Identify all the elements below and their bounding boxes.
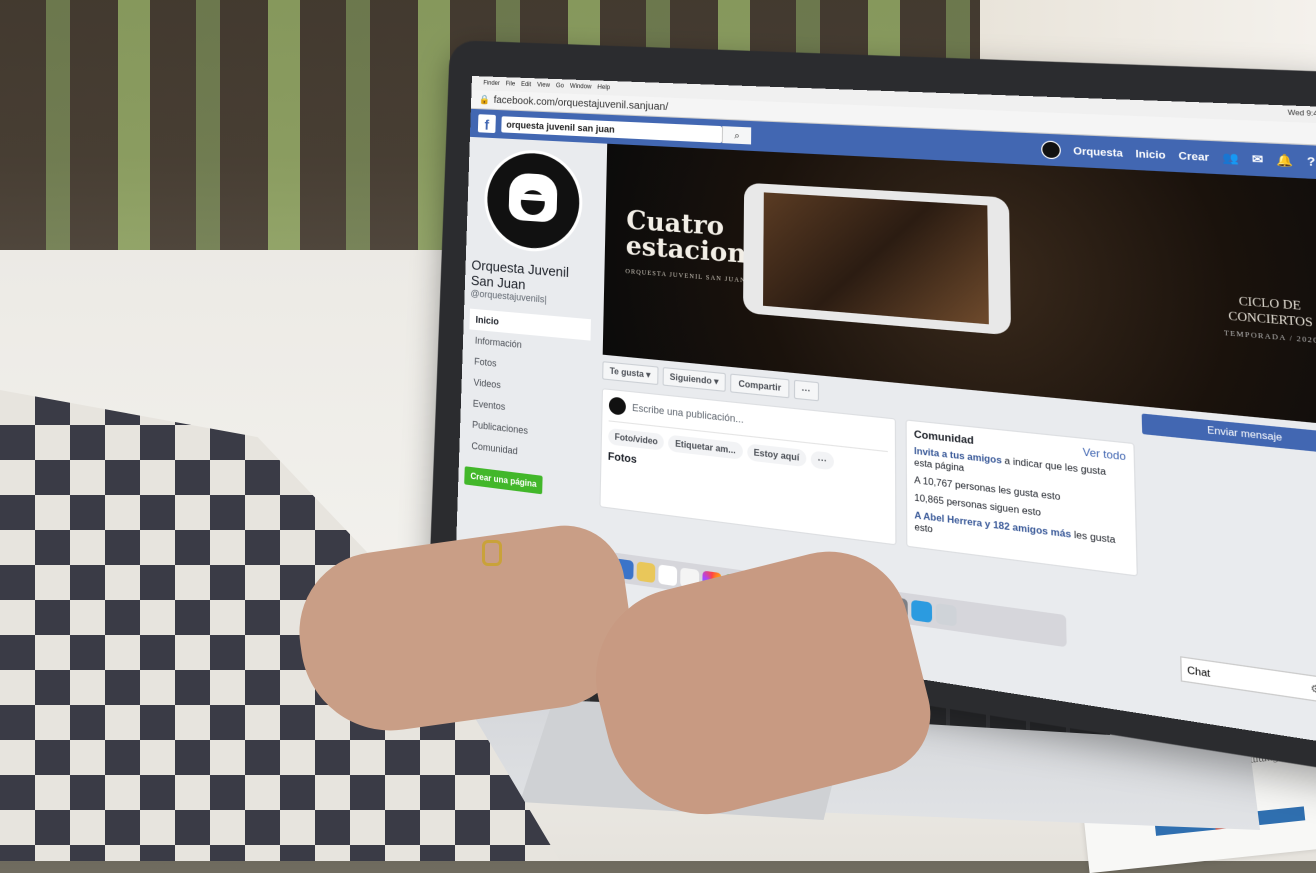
nav-home[interactable]: Inicio [1135,148,1165,161]
menubar-clock: Wed 9:41 AM [1287,110,1316,119]
avatar [608,396,627,416]
community-title: Comunidad [913,428,974,447]
messenger-icon[interactable]: ✉ [1252,153,1264,167]
see-all-link[interactable]: Ver todo [1082,446,1126,463]
url-text[interactable]: facebook.com/orquestajuvenil.sanjuan/ [493,94,668,112]
menu-window[interactable]: Window [570,84,592,91]
help-icon[interactable]: ? [1307,155,1316,169]
composer-more-button[interactable]: ··· [810,450,834,471]
trash-icon[interactable] [935,602,957,626]
facebook-logo-icon[interactable]: f [477,114,496,134]
main-column: Cuatro estaciones ORQUESTA JUVENIL SAN J… [593,143,1316,612]
nav-create[interactable]: Crear [1178,150,1209,163]
menu-edit[interactable]: Edit [521,82,531,88]
chat-bar[interactable]: Chat ⚙ [1180,656,1316,704]
page-sidebar: Orquesta Juvenil San Juan @orquestajuven… [457,136,602,512]
community-card: Comunidad Ver todo Invita a tus amigos a… [905,419,1139,577]
phone-mockup [742,182,1012,336]
search-input[interactable]: orquesta juvenil san juan [501,116,722,144]
menu-file[interactable]: File [506,81,516,87]
more-button[interactable]: ··· [793,379,819,402]
photo-video-button[interactable]: Foto/video [608,427,665,451]
downloads-icon[interactable] [911,599,933,623]
wedding-ring [482,540,502,566]
notes-icon[interactable] [636,560,656,583]
gear-icon[interactable]: ⚙ [1310,682,1316,695]
nav-profile[interactable]: Orquesta [1073,145,1123,159]
menu-view[interactable]: View [537,82,550,89]
composer-placeholder[interactable]: Escribe una publicación... [632,402,744,425]
search-icon[interactable]: ⌕ [721,126,752,145]
share-button[interactable]: Compartir [730,373,790,399]
create-page-button[interactable]: Crear una página [464,466,543,495]
baroque-painting [762,192,989,325]
like-button[interactable]: Te gusta ▾ [602,361,659,386]
menu-finder[interactable]: Finder [483,80,500,87]
cover-subtitle: ORQUESTA JUVENIL SAN JUAN [625,268,747,285]
cycle-season: TEMPORADA / 2020 [1223,330,1316,346]
check-in-button[interactable]: Estoy aquí [746,443,807,468]
friends-icon[interactable]: 👥 [1222,151,1239,165]
menu-go[interactable]: Go [556,83,564,89]
lock-icon: 🔒 [478,93,490,105]
avatar[interactable] [1041,140,1062,160]
chat-label: Chat [1187,664,1211,679]
calendar-icon[interactable] [658,563,678,586]
tag-friends-button[interactable]: Etiquetar am... [668,434,743,460]
post-composer: Escribe una publicación... Foto/video Et… [599,388,897,546]
bell-icon[interactable]: 🔔 [1276,154,1293,168]
page-profile-picture[interactable] [482,147,584,255]
concert-cycle: CICLO DE CONCIERTOS TEMPORADA / 2020 [1223,293,1316,350]
follow-button[interactable]: Siguiendo ▾ [662,366,727,392]
menu-help[interactable]: Help [597,85,610,92]
